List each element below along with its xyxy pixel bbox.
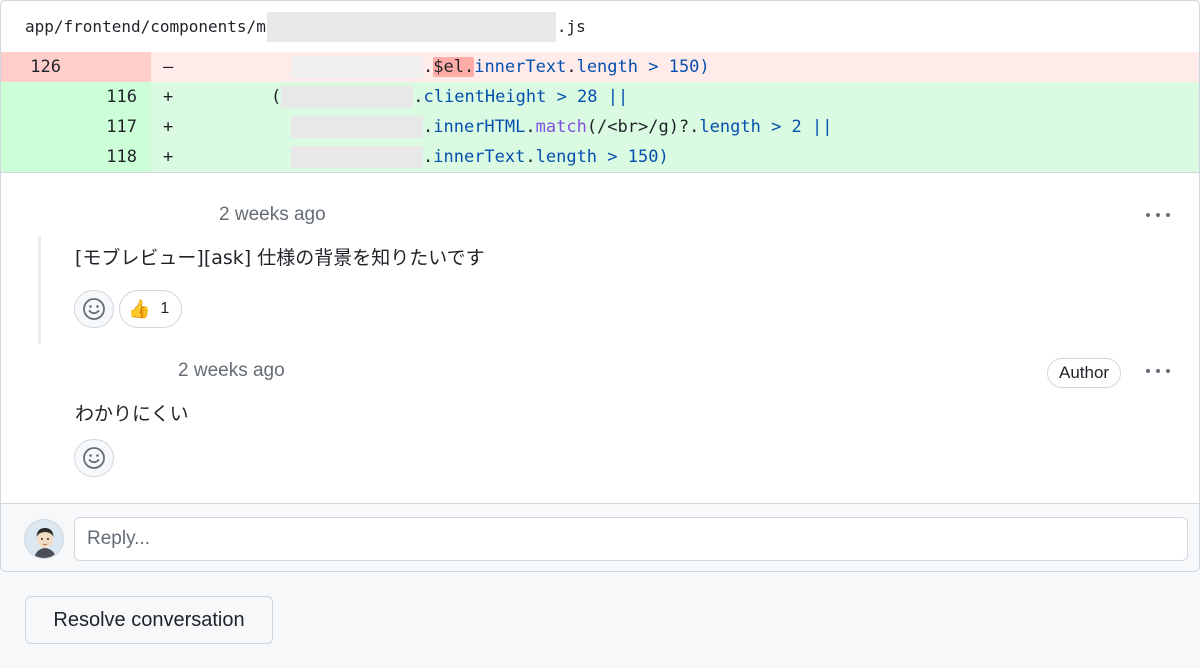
avatar [24,519,64,559]
comment-timestamp[interactable]: 2 weeks ago [219,204,326,226]
comment-options-button[interactable] [1143,361,1173,381]
author-badge: Author [1047,358,1122,388]
redacted-filename [266,11,556,42]
comment-body: わかりにくい [75,403,189,425]
code-line: . innerText. length > 150) [291,142,669,172]
smiley-icon [83,447,105,469]
redacted-code [281,86,414,108]
new-line-number[interactable]: 118 [1,147,137,167]
diff-hunk: 126 – . $el. innerText. length > 150) 116 +… [1,52,1199,173]
thumbs-up-reaction[interactable]: 👍 1 [119,290,183,328]
user-avatar-icon [25,520,63,558]
line-number-gutter: 116 [1,82,151,112]
comment-timestamp[interactable]: 2 weeks ago [178,360,285,382]
diff-sign: + [163,87,174,107]
code-line: . $el. innerText. length > 150) [291,52,710,82]
new-line-number[interactable]: 117 [1,117,137,137]
add-reaction-button[interactable] [74,290,114,328]
file-header: app/frontend/components/m .js [1,1,1199,52]
diff-line-deleted: 126 – . $el. innerText. length > 150) [1,52,1199,82]
diff-sign: + [163,147,174,167]
new-line-number[interactable]: 116 [1,87,137,107]
resolve-conversation-button[interactable]: Resolve conversation [25,596,273,644]
smiley-icon [83,298,105,320]
review-thread-panel: app/frontend/components/m .js 126 – . $el.… [0,0,1200,572]
comment-body: [モブレビュー][ask] 仕様の背景を知りたいです [75,247,485,269]
kebab-horizontal-icon [1146,369,1150,373]
redacted-code [291,56,423,78]
line-number-gutter: 118 [1,142,151,172]
code-line: . innerHTML. match (/<br>/g)?. length > 2 || [291,112,832,142]
diff-line-added: 118 + . innerText. length > 150) [1,142,1199,172]
line-number-gutter: 117 [1,112,151,142]
comment-options-button[interactable] [1143,205,1173,225]
diff-sign: – [163,57,174,77]
redacted-code [291,116,423,138]
diff-line-added: 117 + . innerHTML. match (/<br>/g)?. length … [1,112,1199,142]
reply-input[interactable] [74,517,1188,561]
diff-line-added: 116 + (. clientHeight > 28 || [1,82,1199,112]
reaction-count: 1 [160,300,170,317]
code-line: (. clientHeight > 28 || [271,86,629,108]
diff-sign: + [163,117,174,137]
file-path-suffix[interactable]: .js [557,17,586,36]
line-number-gutter: 126 [1,52,151,82]
add-reaction-button[interactable] [74,439,114,477]
file-path-prefix[interactable]: app/frontend/components/m [25,17,266,36]
reply-bar [1,503,1199,571]
old-line-number[interactable]: 126 [1,57,61,77]
redacted-code [291,146,423,168]
changed-token: $el. [433,57,475,77]
thread-line [38,236,41,344]
kebab-horizontal-icon [1146,213,1150,217]
thumbs-up-icon: 👍 [128,298,151,319]
